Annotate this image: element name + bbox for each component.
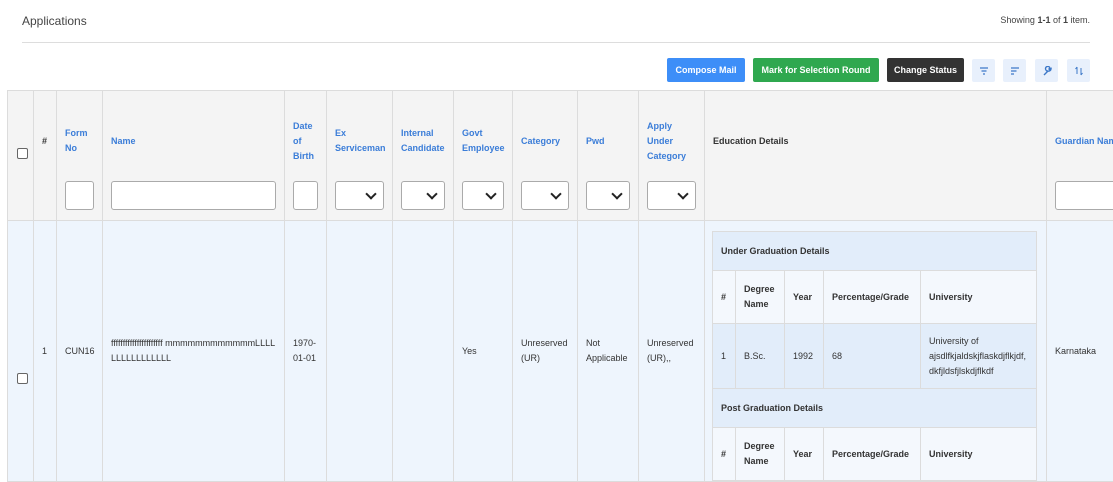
col-header-guardian-name[interactable]: Guardian Name: [1047, 91, 1113, 221]
mark-selection-round-button[interactable]: Mark for Selection Round: [753, 58, 879, 82]
col-header-name[interactable]: Name: [103, 91, 285, 221]
apply-under-category-filter-select[interactable]: [647, 181, 696, 210]
name-filter-input[interactable]: [111, 181, 276, 210]
cell-num: 1: [34, 221, 57, 482]
col-header-form-no[interactable]: Form No: [57, 91, 103, 221]
cell-form-no: CUN16: [57, 221, 103, 482]
ug-header-row: # Degree Name Year Percentage/Grade Univ…: [713, 271, 1037, 324]
ug-data-row: 1 B.Sc. 1992 68 University of ajsdlfkjal…: [713, 324, 1037, 389]
col-header-dob[interactable]: Date of Birth: [285, 91, 327, 221]
ug-section-title: Under Graduation Details: [713, 232, 1037, 271]
cell-apply-under-category: Unreserved (UR),,: [639, 221, 705, 482]
col-header-pwd[interactable]: Pwd: [578, 91, 639, 221]
select-all-checkbox[interactable]: [17, 148, 28, 159]
cell-internal-candidate: [393, 221, 454, 482]
pg-section-title: Post Graduation Details: [713, 389, 1037, 428]
table-header-row: # Form No Name Date of Birth Ex Servicem…: [8, 91, 1113, 221]
guardian-name-filter-input[interactable]: [1055, 181, 1113, 210]
cell-name: ffffffffffffffffffffff mmmmmmmmmmmmLLLLL…: [103, 221, 285, 482]
col-header-education-details: Education Details: [705, 91, 1047, 221]
form-no-filter-input[interactable]: [65, 181, 94, 210]
change-status-button[interactable]: Change Status: [887, 58, 964, 82]
wrench-icon[interactable]: [1035, 59, 1058, 82]
category-filter-select[interactable]: [521, 181, 569, 210]
govt-employee-filter-select[interactable]: [462, 181, 504, 210]
dob-filter-input[interactable]: [293, 181, 318, 210]
internal-candidate-filter-select[interactable]: [401, 181, 445, 210]
sort-icon[interactable]: [1003, 59, 1026, 82]
cell-category: Unreserved (UR): [513, 221, 578, 482]
cell-education-details: Under Graduation Details # Degree Name Y…: [705, 221, 1047, 482]
col-header-apply-under-category[interactable]: Apply Under Category: [639, 91, 705, 221]
education-table: Under Graduation Details # Degree Name Y…: [712, 231, 1037, 481]
cell-ex-serviceman: [327, 221, 393, 482]
col-header-internal-candidate[interactable]: Internal Candidate: [393, 91, 454, 221]
col-header-ex-serviceman[interactable]: Ex Serviceman: [327, 91, 393, 221]
compose-mail-button[interactable]: Compose Mail: [667, 58, 745, 82]
col-header-govt-employee[interactable]: Govt Employee: [454, 91, 513, 221]
header-divider: [22, 42, 1090, 43]
toolbar: Compose Mail Mark for Selection Round Ch…: [0, 58, 1113, 82]
cell-govt-employee: Yes: [454, 221, 513, 482]
cell-dob: 1970-01-01: [285, 221, 327, 482]
pg-header-row: # Degree Name Year Percentage/Grade Univ…: [713, 428, 1037, 481]
sort-toggle-icon[interactable]: [1067, 59, 1090, 82]
col-header-num: #: [34, 91, 57, 221]
cell-pwd: Not Applicable: [578, 221, 639, 482]
col-header-category[interactable]: Category: [513, 91, 578, 221]
ex-serviceman-filter-select[interactable]: [335, 181, 384, 210]
pwd-filter-select[interactable]: [586, 181, 630, 210]
applications-table: # Form No Name Date of Birth Ex Servicem…: [7, 90, 1113, 482]
filter-icon[interactable]: [972, 59, 995, 82]
row-checkbox[interactable]: [17, 373, 28, 384]
cell-guardian-name: Karnataka: [1047, 221, 1113, 482]
pagination-summary: Showing 1-1 of 1 item.: [1000, 15, 1090, 25]
select-all-header: [8, 91, 34, 221]
table-row: 1 CUN16 ffffffffffffffffffffff mmmmmmmmm…: [8, 221, 1113, 482]
page-title: Applications: [22, 14, 87, 28]
row-select-cell: [8, 221, 34, 482]
